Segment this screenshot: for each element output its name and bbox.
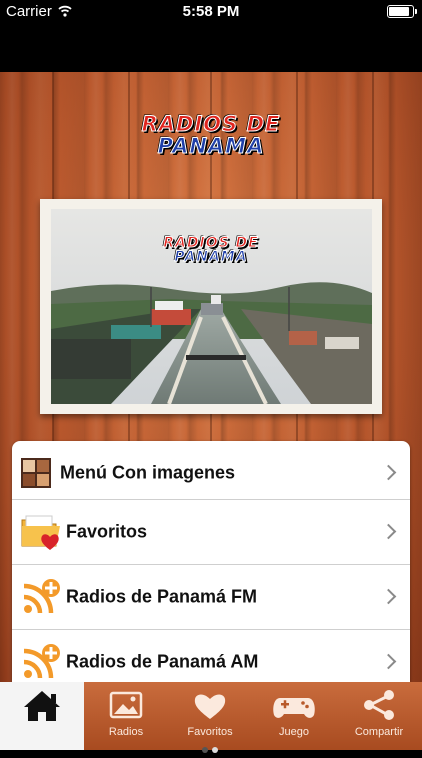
rss-add-icon [23, 643, 60, 678]
grid-icon [21, 458, 51, 488]
menu-item-radios-am[interactable]: Radios de Panamá AM [12, 629, 410, 682]
tab-home[interactable] [0, 682, 84, 750]
menu-item-label: Radios de Panamá FM [66, 586, 258, 606]
tab-juego[interactable]: Juego [252, 682, 336, 750]
chevron-right-icon [380, 653, 397, 669]
photo-logo-line2: PANAMA [174, 249, 248, 265]
chevron-right-icon [380, 588, 397, 604]
menu-item-label: Radios de Panamá AM [66, 651, 259, 671]
page-indicator [200, 740, 220, 758]
heart-icon [194, 694, 226, 719]
logo-line2: PANAMA [157, 134, 265, 158]
clock: 5:58 PM [182, 3, 240, 20]
gamepad-icon [273, 698, 315, 718]
menu-item-imagenes[interactable]: Menú Con imagenes [12, 441, 410, 505]
logo-line1: RADIOS DE [141, 112, 281, 136]
chevron-right-icon [380, 464, 397, 481]
menu-item-label: Menú Con imagenes [60, 462, 236, 483]
folder-heart-icon [21, 515, 60, 550]
tab-compartir[interactable]: Compartir [336, 682, 422, 750]
tab-label: Compartir [354, 726, 404, 738]
rss-add-icon [23, 578, 60, 613]
home-icon [24, 691, 60, 721]
menu-item-favoritos[interactable]: Favoritos [12, 499, 410, 563]
menu-item-radios-fm[interactable]: Radios de Panamá FM [12, 564, 410, 628]
photo-logo-line1: RADIOS DE [163, 235, 259, 251]
tab-label: Juego [279, 726, 309, 738]
tab-radios[interactable]: Radios [84, 682, 168, 750]
share-icon [364, 690, 394, 720]
tab-label: Radios [108, 726, 144, 738]
menu-list: Menú Con imagenes Favoritos Radios de Pa… [12, 441, 410, 682]
image-icon [109, 691, 143, 719]
battery-icon [387, 5, 417, 18]
navigation-bar [0, 24, 422, 72]
app-logo: RADIOS DE PANAMA [0, 112, 422, 158]
tab-label: Favoritos [187, 726, 233, 738]
menu-item-label: Favoritos [66, 521, 148, 541]
photo-logo: RADIOS DE PANAMA [0, 235, 422, 265]
chevron-right-icon [380, 523, 397, 539]
status-bar: Carrier 5:58 PM [0, 0, 422, 24]
